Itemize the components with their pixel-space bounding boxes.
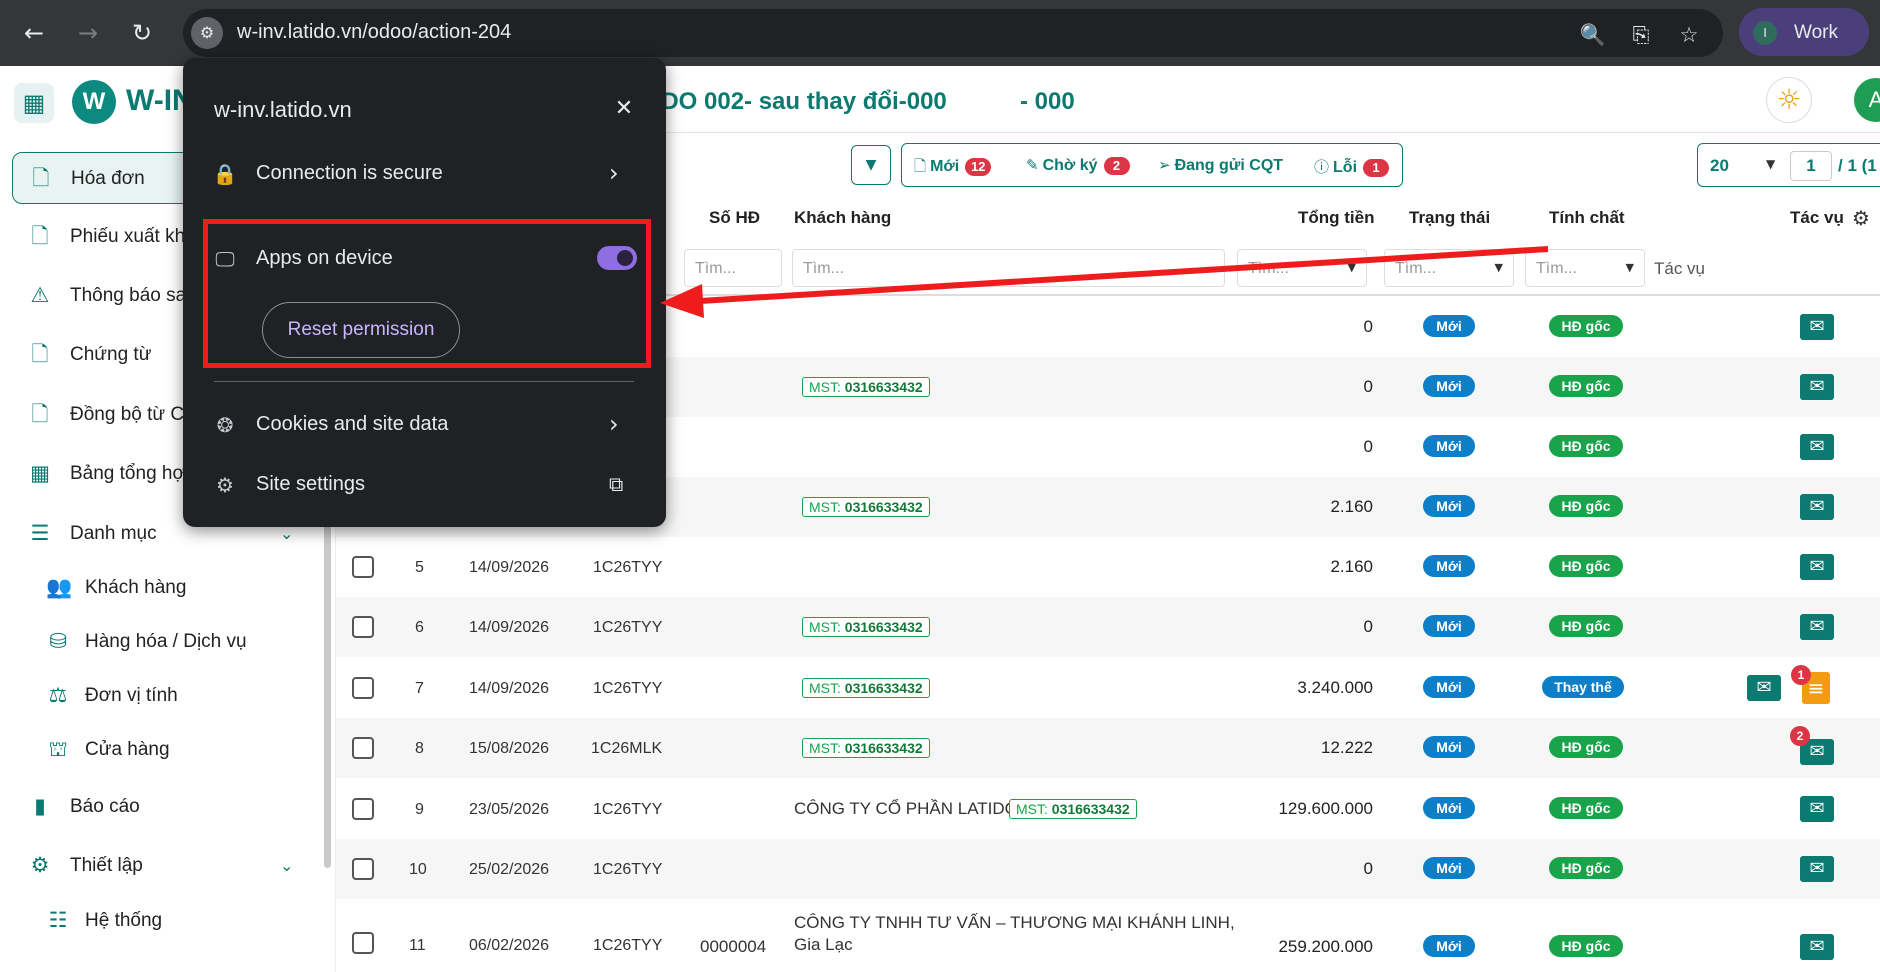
arrow-head <box>660 284 704 318</box>
arrow-shaft <box>699 246 1549 304</box>
annotation-arrow <box>660 246 1549 318</box>
